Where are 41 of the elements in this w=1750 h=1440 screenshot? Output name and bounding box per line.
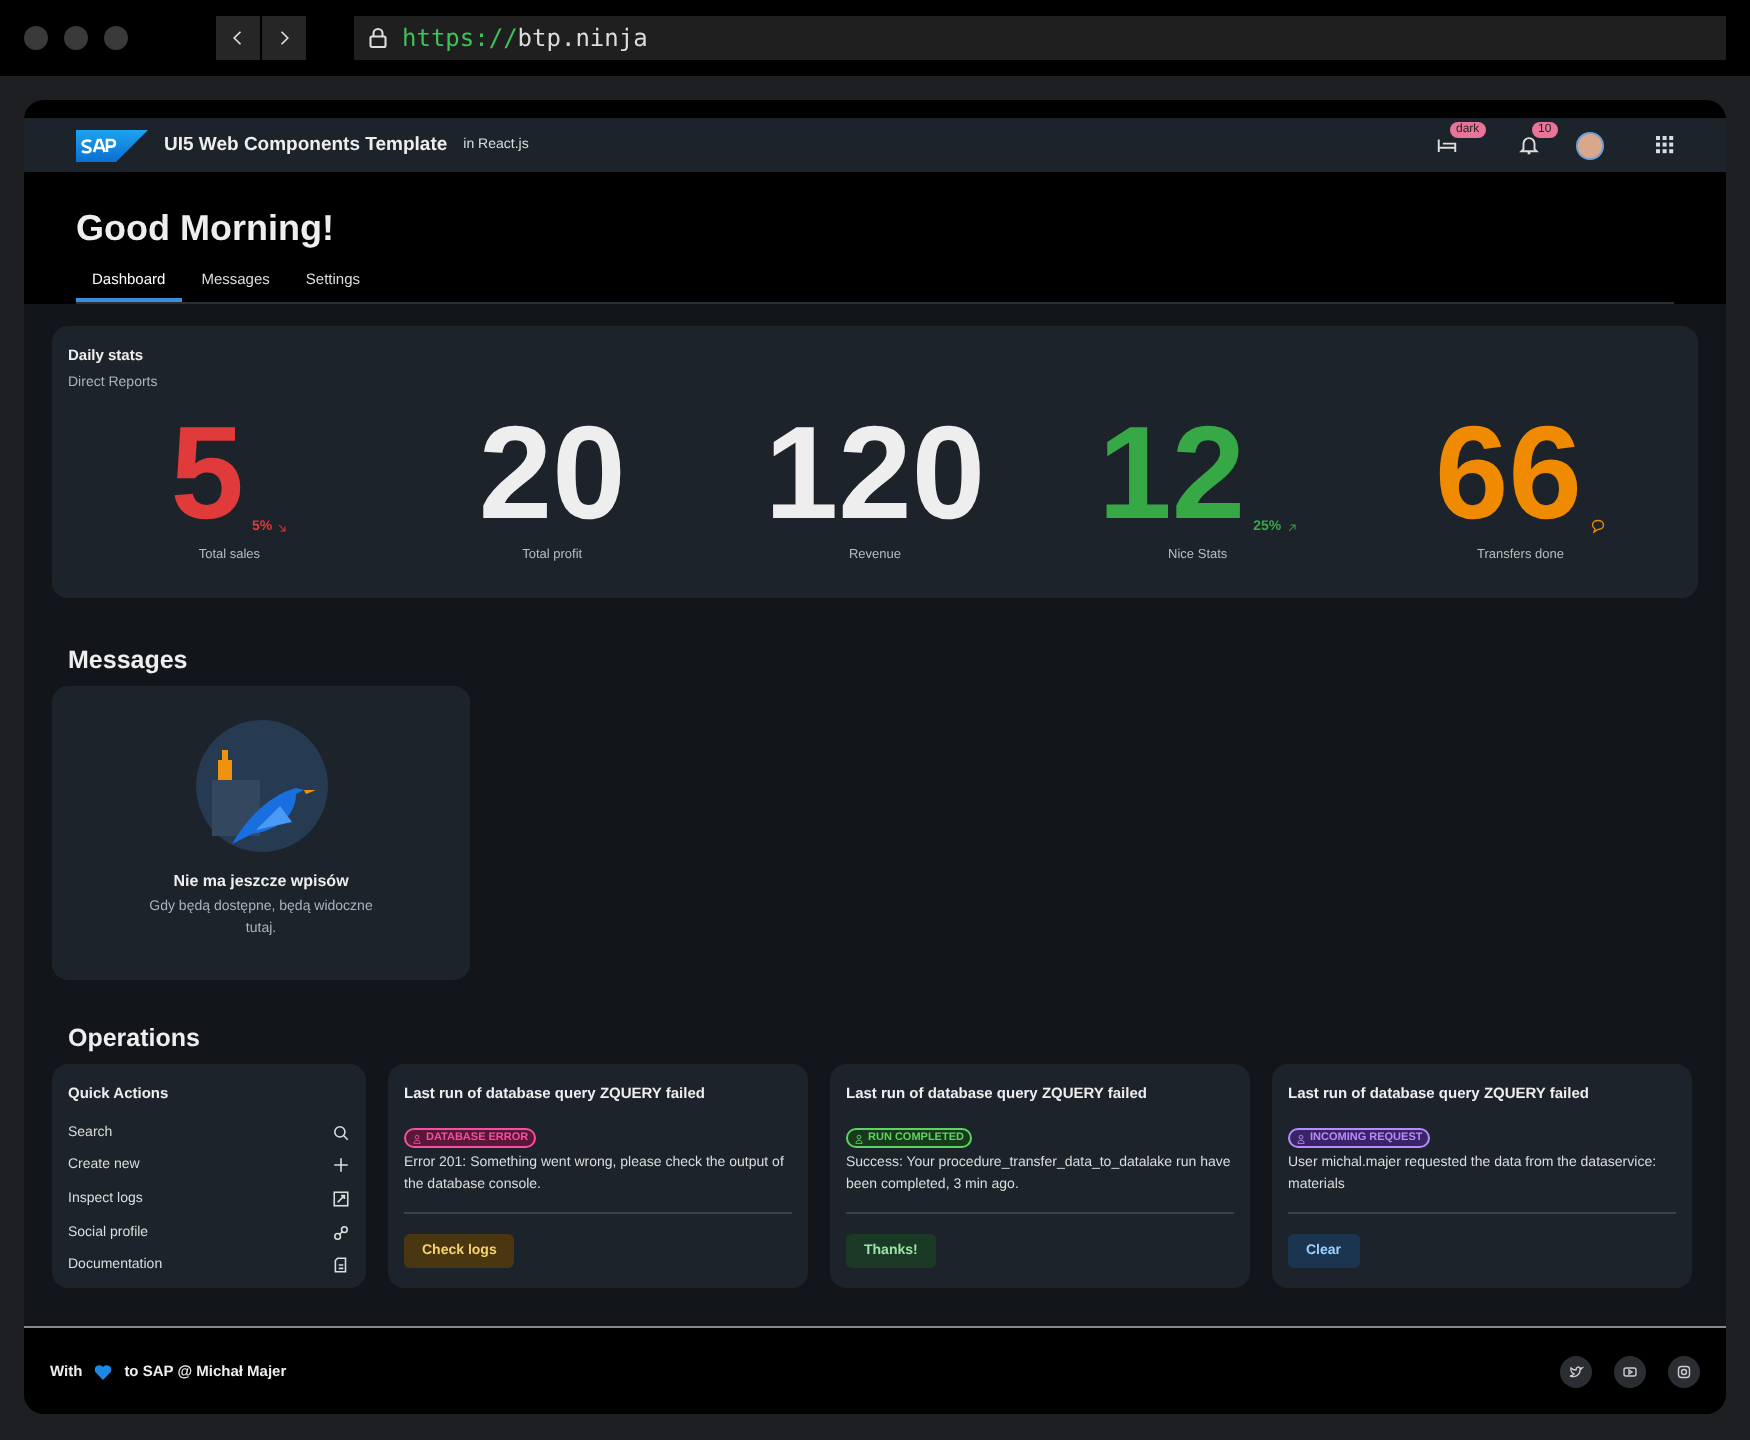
camera-icon	[1676, 1363, 1692, 1379]
empty-state-title: Nie ma jeszcze wpisów	[173, 872, 349, 890]
user-icon	[412, 1133, 422, 1143]
bird-icon	[1568, 1363, 1584, 1379]
notifications-button[interactable]	[1518, 134, 1540, 156]
heart-icon	[94, 1363, 113, 1379]
avatar[interactable]	[1576, 131, 1604, 159]
plus-icon	[332, 1156, 350, 1175]
stat-value: 20	[478, 406, 626, 538]
section-heading: Operations	[68, 1024, 202, 1052]
lock-icon	[366, 26, 390, 50]
window-control-dot[interactable]	[64, 26, 88, 50]
section-heading: Messages	[68, 646, 190, 674]
grid-menu-icon[interactable]	[1656, 136, 1674, 154]
image-icon	[332, 1189, 350, 1208]
arrow-up-right-icon	[1285, 521, 1298, 533]
user-icon	[854, 1133, 864, 1143]
play-icon	[1622, 1363, 1638, 1379]
link-icon	[332, 1223, 350, 1242]
youtube-button[interactable]	[1614, 1355, 1646, 1387]
document-icon	[332, 1256, 350, 1275]
twitter-button[interactable]	[1560, 1355, 1592, 1387]
bird-illustration-drawing	[195, 720, 327, 852]
instagram-button[interactable]	[1668, 1355, 1700, 1387]
stat-value: 66	[1435, 406, 1582, 538]
bell-icon	[1518, 134, 1540, 156]
window-control-dot[interactable]	[104, 26, 128, 50]
user-icon	[1296, 1133, 1306, 1143]
stat-value: 5	[170, 406, 244, 538]
stat-value: 120	[764, 406, 986, 538]
search-icon	[332, 1123, 350, 1142]
theme-button[interactable]	[1436, 134, 1458, 156]
address-bar[interactable]: https://btp.ninja	[354, 16, 1726, 60]
speech-bubble-icon	[1589, 518, 1606, 534]
app-title: UI5 Web Components Template	[164, 134, 448, 156]
window-control-dot[interactable]	[24, 26, 48, 50]
page-title: Good Morning!	[76, 208, 336, 250]
arrow-down-right-icon	[276, 521, 289, 533]
logo-icon[interactable]	[76, 129, 148, 161]
stat-value: 12	[1098, 406, 1246, 538]
bed-icon	[1436, 134, 1458, 156]
